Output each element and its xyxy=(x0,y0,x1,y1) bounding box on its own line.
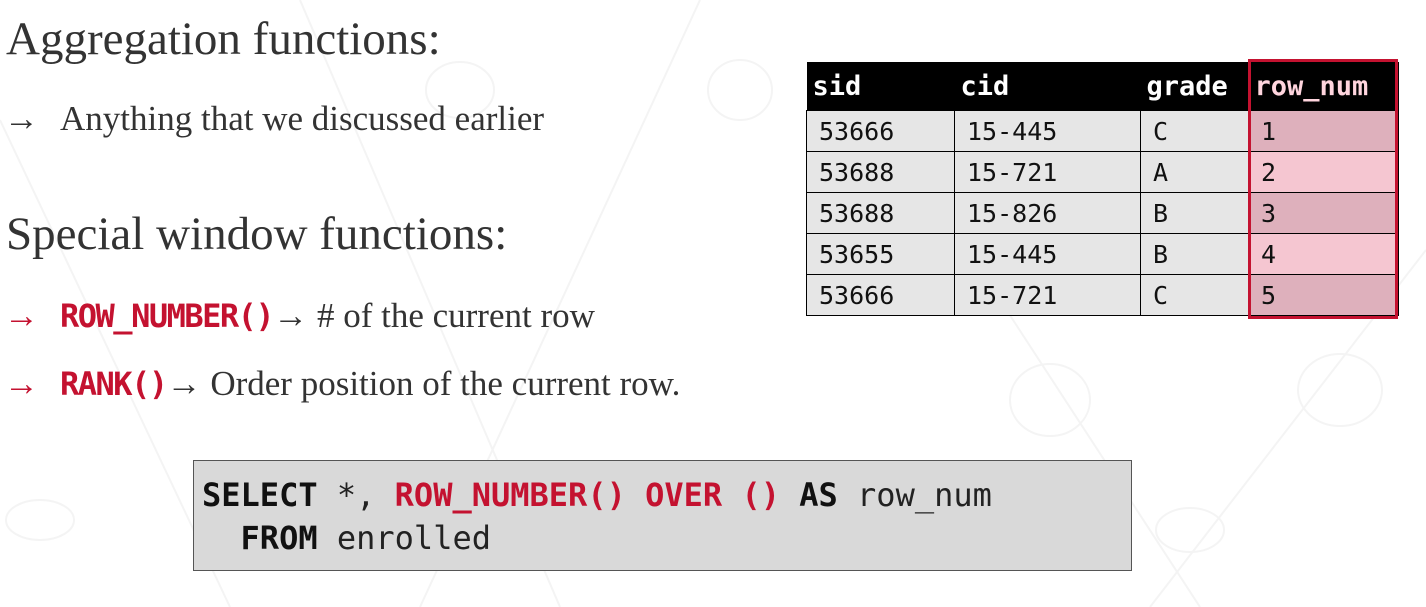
bullet-row-number: → ROW_NUMBER()→ # of the current row xyxy=(4,298,595,333)
table-cell: 15-445 xyxy=(954,232,1141,275)
bullet-text: Anything that we discussed earlier xyxy=(60,99,545,138)
table-cell: 53688 xyxy=(806,191,955,234)
row-num-column-highlight xyxy=(1248,59,1398,319)
row-number-keyword: ROW_NUMBER() xyxy=(60,297,275,335)
sql-code-block: SELECT *, ROW_NUMBER() OVER () AS row_nu… xyxy=(193,460,1132,571)
heading-aggregation-functions: Aggregation functions: xyxy=(6,13,441,65)
bullet-text xyxy=(308,296,317,335)
rank-keyword: RANK() xyxy=(60,365,168,403)
bullet-aggregation-item: → Anything that we discussed earlier xyxy=(4,101,544,136)
table-cell: 15-445 xyxy=(954,109,1141,152)
table-cell: 53666 xyxy=(806,273,955,316)
table-cell: 53666 xyxy=(806,109,955,152)
rank-description: Order position of the current row. xyxy=(210,364,681,403)
arrow-icon: → xyxy=(273,296,309,335)
table-cell: C xyxy=(1140,109,1249,152)
table-cell: 15-721 xyxy=(954,150,1141,193)
sql-line-2: FROM enrolled xyxy=(202,517,1131,560)
sql-select-keyword: SELECT xyxy=(202,476,318,514)
table-cell: B xyxy=(1140,232,1249,275)
row-number-description: # of the current row xyxy=(316,296,595,335)
column-header-sid: sid xyxy=(806,62,955,110)
sql-table-name: enrolled xyxy=(317,519,491,557)
table-cell: B xyxy=(1140,191,1249,234)
sql-line-1: SELECT *, ROW_NUMBER() OVER () AS row_nu… xyxy=(202,474,1131,517)
arrow-icon: → xyxy=(166,364,202,403)
heading-special-window-functions: Special window functions: xyxy=(6,208,508,260)
arrow-icon: → xyxy=(4,296,39,335)
table-cell: 15-721 xyxy=(954,273,1141,316)
table-cell: 53688 xyxy=(806,150,955,193)
column-header-grade: grade xyxy=(1140,62,1249,110)
table-cell: A xyxy=(1140,150,1249,193)
sql-window-function: ROW_NUMBER() OVER () xyxy=(394,476,780,514)
table-cell: 15-826 xyxy=(954,191,1141,234)
table-cell: 53655 xyxy=(806,232,955,275)
table-cell: C xyxy=(1140,273,1249,316)
sql-alias: row_num xyxy=(837,476,992,514)
arrow-icon: → xyxy=(4,99,39,138)
sql-as-keyword: AS xyxy=(799,476,838,514)
bullet-rank: → RANK()→ Order position of the current r… xyxy=(4,366,680,401)
column-header-cid: cid xyxy=(954,62,1141,110)
sql-indent xyxy=(202,519,241,557)
sql-from-keyword: FROM xyxy=(240,519,318,557)
sql-star: *, xyxy=(317,476,395,514)
arrow-icon: → xyxy=(4,364,39,403)
